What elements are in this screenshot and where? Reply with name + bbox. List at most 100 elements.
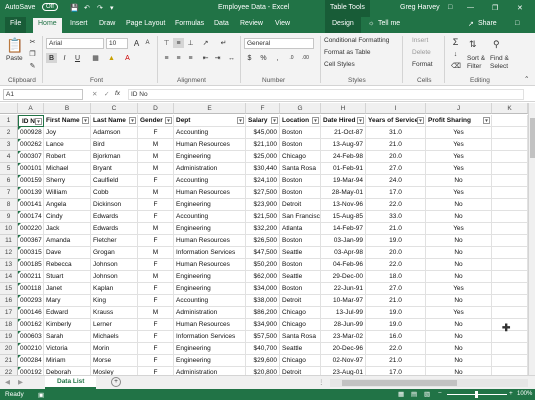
align-center-icon[interactable]: ≡ bbox=[173, 53, 184, 63]
column-header-f[interactable]: F bbox=[246, 103, 280, 114]
table-cell[interactable]: 16.0 bbox=[366, 331, 426, 343]
comments-icon[interactable]: □ bbox=[515, 20, 519, 27]
header-cell[interactable]: Date Hired ▾ bbox=[321, 115, 366, 127]
autosum-icon[interactable]: Σ bbox=[450, 37, 461, 47]
table-cell[interactable]: No bbox=[426, 271, 492, 283]
table-cell[interactable]: Engineering bbox=[174, 151, 246, 163]
column-header-d[interactable]: D bbox=[138, 103, 174, 114]
column-header-b[interactable]: B bbox=[44, 103, 91, 114]
table-cell[interactable]: Engineering bbox=[174, 271, 246, 283]
table-cell[interactable]: Accounting bbox=[174, 211, 246, 223]
table-cell[interactable]: No bbox=[426, 199, 492, 211]
table-cell[interactable]: Seattle bbox=[280, 271, 321, 283]
table-cell[interactable]: Sarah bbox=[44, 331, 91, 343]
next-sheet-icon[interactable]: ▶ bbox=[18, 378, 23, 386]
font-name-select[interactable]: Arial bbox=[46, 38, 104, 49]
table-cell[interactable]: No bbox=[426, 355, 492, 367]
clear-icon[interactable]: ⌫ bbox=[450, 61, 461, 71]
bold-icon[interactable]: B bbox=[46, 53, 57, 63]
row-header[interactable]: 14 bbox=[0, 271, 18, 283]
formula-input[interactable]: ID No bbox=[128, 89, 524, 100]
table-cell[interactable]: $25,000 bbox=[246, 151, 280, 163]
table-cell[interactable]: 22-Jun-91 bbox=[321, 283, 366, 295]
table-cell[interactable]: 22.0 bbox=[366, 199, 426, 211]
autosave-toggle[interactable]: Off bbox=[42, 3, 58, 11]
table-cell[interactable]: Stuart bbox=[44, 271, 91, 283]
table-cell[interactable]: Edward bbox=[44, 307, 91, 319]
table-cell[interactable]: F bbox=[138, 175, 174, 187]
table-cell[interactable]: Victoria bbox=[44, 343, 91, 355]
table-cell[interactable]: 27.0 bbox=[366, 163, 426, 175]
merge-center-icon[interactable]: ↔ bbox=[226, 53, 237, 63]
empty-cell[interactable] bbox=[492, 355, 528, 367]
empty-cell[interactable] bbox=[492, 283, 528, 295]
share-button[interactable]: Share bbox=[478, 20, 497, 27]
header-cell[interactable]: ID No ▾ bbox=[18, 115, 44, 127]
table-cell[interactable]: Yes bbox=[426, 283, 492, 295]
borders-icon[interactable]: ▦ bbox=[90, 53, 101, 63]
increase-decimal-icon[interactable]: .0 bbox=[286, 53, 297, 63]
table-cell[interactable]: $32,200 bbox=[246, 223, 280, 235]
table-cell[interactable]: $34,900 bbox=[246, 319, 280, 331]
table-cell[interactable]: $47,500 bbox=[246, 247, 280, 259]
table-cell[interactable]: Administration bbox=[174, 307, 246, 319]
table-cell[interactable]: 21-Oct-87 bbox=[321, 127, 366, 139]
find-select-button[interactable]: Find & bbox=[490, 55, 509, 62]
header-cell[interactable]: Dept ▾ bbox=[174, 115, 246, 127]
header-cell[interactable]: Years of Service ▾ bbox=[366, 115, 426, 127]
table-cell[interactable]: Kimberly bbox=[44, 319, 91, 331]
table-cell[interactable]: $29,600 bbox=[246, 355, 280, 367]
column-header-j[interactable]: J bbox=[426, 103, 492, 114]
table-cell[interactable]: Adamson bbox=[91, 127, 138, 139]
empty-cell[interactable] bbox=[492, 247, 528, 259]
row-header[interactable]: 12 bbox=[0, 247, 18, 259]
horizontal-scrollbar[interactable] bbox=[330, 379, 528, 387]
table-cell[interactable]: $57,500 bbox=[246, 331, 280, 343]
sort-filter-button[interactable]: Sort & bbox=[467, 55, 485, 62]
table-cell[interactable]: M bbox=[138, 139, 174, 151]
name-box[interactable]: A1 bbox=[3, 89, 83, 100]
table-cell[interactable]: 18.0 bbox=[366, 271, 426, 283]
table-cell[interactable]: San Francisco bbox=[280, 211, 321, 223]
table-cell[interactable]: Kaplan bbox=[91, 283, 138, 295]
table-cell[interactable]: F bbox=[138, 127, 174, 139]
table-cell[interactable]: $40,700 bbox=[246, 343, 280, 355]
normal-view-icon[interactable]: ▦ bbox=[398, 390, 404, 398]
table-cell[interactable]: 31.0 bbox=[366, 127, 426, 139]
select-all-corner[interactable] bbox=[0, 103, 18, 114]
empty-cell[interactable] bbox=[492, 187, 528, 199]
empty-cell[interactable] bbox=[492, 223, 528, 235]
number-format-select[interactable]: General bbox=[244, 38, 314, 49]
zoom-slider[interactable] bbox=[447, 391, 507, 398]
table-cell[interactable]: Joy bbox=[44, 127, 91, 139]
align-top-icon[interactable]: ⊤ bbox=[161, 38, 172, 48]
empty-cell[interactable] bbox=[492, 211, 528, 223]
table-cell[interactable]: F bbox=[138, 211, 174, 223]
user-name[interactable]: Greg Harvey bbox=[400, 4, 440, 11]
tab-draw[interactable]: Draw bbox=[99, 20, 115, 27]
table-cell[interactable]: 19.0 bbox=[366, 319, 426, 331]
align-left-icon[interactable]: ≡ bbox=[161, 53, 172, 63]
row-header[interactable]: 22 bbox=[0, 367, 18, 375]
restore-icon[interactable]: ❐ bbox=[492, 4, 498, 12]
column-header-k[interactable]: K bbox=[492, 103, 528, 114]
table-cell[interactable]: Human Resources bbox=[174, 259, 246, 271]
zoom-slider-thumb[interactable] bbox=[475, 391, 478, 398]
table-cell[interactable]: Boston bbox=[280, 283, 321, 295]
align-right-icon[interactable]: ≡ bbox=[185, 53, 196, 63]
table-cell[interactable]: 000101 bbox=[18, 163, 44, 175]
table-cell[interactable]: Lance bbox=[44, 139, 91, 151]
table-cell[interactable]: 23-Mar-02 bbox=[321, 331, 366, 343]
filter-dropdown-icon[interactable]: ▾ bbox=[165, 117, 172, 124]
accounting-format-icon[interactable]: $ bbox=[244, 53, 255, 63]
italic-icon[interactable]: I bbox=[59, 53, 70, 63]
table-cell[interactable]: M bbox=[138, 307, 174, 319]
table-cell[interactable]: 33.0 bbox=[366, 211, 426, 223]
table-cell[interactable]: 24.0 bbox=[366, 175, 426, 187]
header-cell[interactable]: First Name ▾ bbox=[44, 115, 91, 127]
font-color-icon[interactable]: A bbox=[122, 53, 133, 63]
table-cell[interactable]: 000174 bbox=[18, 211, 44, 223]
table-cell[interactable]: 000141 bbox=[18, 199, 44, 211]
table-cell[interactable]: M bbox=[138, 151, 174, 163]
header-cell[interactable]: Salary ▾ bbox=[246, 115, 280, 127]
